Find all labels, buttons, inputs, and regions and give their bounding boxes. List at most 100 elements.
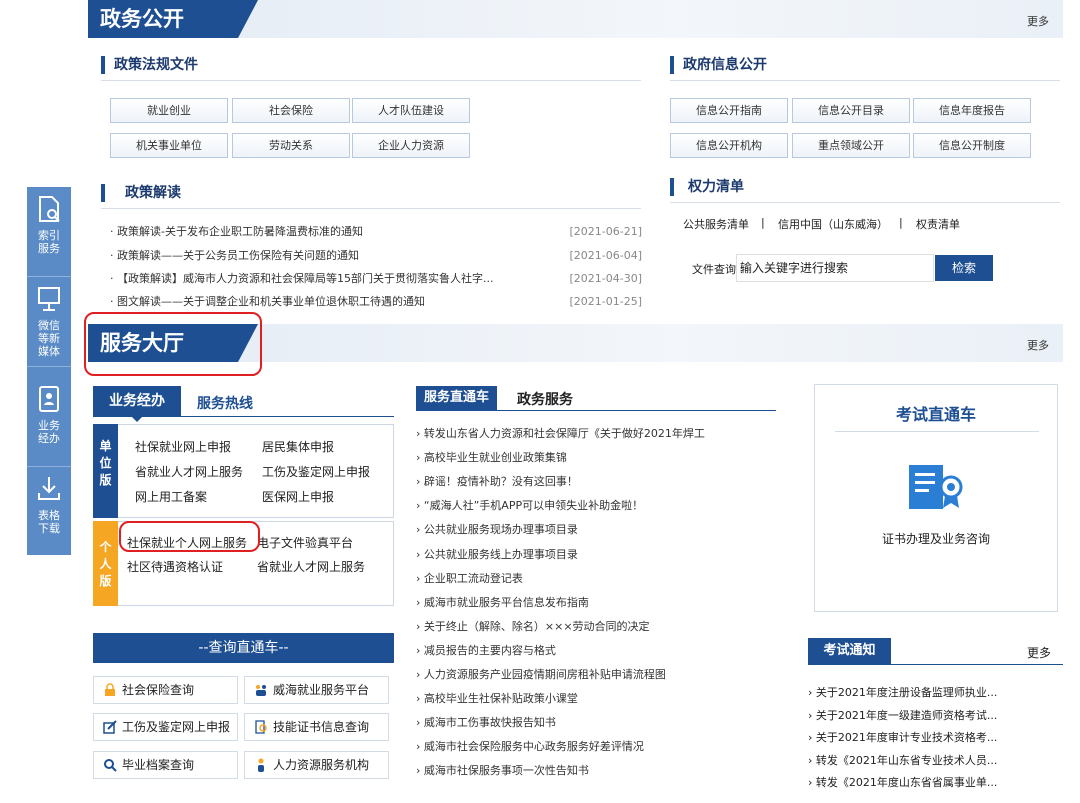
- policy-file-institutions[interactable]: 机关事业单位: [110, 133, 228, 158]
- service-express-item[interactable]: › “威海人社”手机APP可以申领失业补助金啦！: [416, 497, 643, 513]
- gov-info-guide[interactable]: 信息公开指南: [670, 98, 788, 123]
- query-social-insurance[interactable]: 社会保险查询: [93, 676, 238, 704]
- service-express-item[interactable]: › 高校毕业生就业创业政策集锦: [416, 449, 567, 465]
- float-download[interactable]: 表格 下载: [27, 467, 71, 557]
- unit-link-provincial-talent[interactable]: 省就业人才网上服务: [135, 463, 243, 480]
- tab-hotline[interactable]: 服务热线: [197, 393, 253, 413]
- rights-list-link[interactable]: 权责清单: [916, 216, 960, 232]
- exam-express-panel[interactable]: 考试直通车 证书办理及业务咨询: [814, 384, 1058, 612]
- left-float-bar: 索引 服务 微信 等新 媒体 业务 经办 表格 下载: [27, 187, 71, 555]
- gov-info-annual-report[interactable]: 信息年度报告: [913, 98, 1031, 123]
- policy-file-employment[interactable]: 就业创业: [110, 98, 228, 123]
- service-express-item[interactable]: › 高校毕业生社保补贴政策小课堂: [416, 690, 578, 706]
- query-weihai-employment[interactable]: 威海就业服务平台: [244, 676, 389, 704]
- divider: [808, 664, 1063, 665]
- query-hr-service-agency[interactable]: 人力资源服务机构: [244, 751, 389, 779]
- personal-link-e-file-verify[interactable]: 电子文件验真平台: [257, 534, 353, 551]
- gov-info-agency[interactable]: 信息公开机构: [670, 133, 788, 158]
- unit-link-social-employment[interactable]: 社保就业网上申报: [135, 438, 231, 455]
- separator: |: [899, 216, 903, 229]
- gov-info-title: 政府信息公开: [670, 56, 767, 74]
- search-button[interactable]: 检索: [935, 255, 993, 281]
- float-label: 服务: [38, 242, 60, 255]
- float-business[interactable]: 业务 经办: [27, 377, 71, 467]
- query-bar-title: --查询直通车--: [93, 633, 394, 663]
- gov-open-more-link[interactable]: 更多: [1027, 13, 1049, 29]
- unit-link-injury-assessment[interactable]: 工伤及鉴定网上申报: [262, 463, 370, 480]
- policy-file-talent[interactable]: 人才队伍建设: [352, 98, 470, 123]
- personal-version-text: 个人版: [99, 540, 112, 588]
- query-label: 威海就业服务平台: [273, 683, 370, 697]
- service-express-item[interactable]: › 公共就业服务线上办理事项目录: [416, 546, 578, 562]
- float-wechat-media[interactable]: 微信 等新 媒体: [27, 277, 71, 367]
- news-date: [2021-06-21]: [569, 225, 642, 238]
- service-express-item[interactable]: › 人力资源服务产业园疫情期间房租补贴申请流程图: [416, 666, 666, 682]
- gov-info-key-areas[interactable]: 重点领域公开: [792, 133, 910, 158]
- service-express-item[interactable]: › 转发山东省人力资源和社会保障厅《关于做好2021年焊工: [416, 425, 705, 441]
- unit-link-employment-record[interactable]: 网上用工备案: [135, 488, 207, 505]
- policy-file-labor[interactable]: 劳动关系: [232, 133, 350, 158]
- lock-icon: [105, 683, 115, 696]
- edit-icon: [103, 720, 117, 734]
- exam-notice-more-link[interactable]: 更多: [1027, 644, 1051, 661]
- service-express-item[interactable]: › 威海市工伤事故快报告知书: [416, 714, 556, 730]
- tab-service-express[interactable]: 服务直通车: [416, 386, 497, 410]
- gov-open-title: 政务公开: [88, 0, 258, 38]
- exam-notice-item[interactable]: › 转发《2021年度山东省省属事业单...: [808, 774, 997, 790]
- highlight-circle: [84, 312, 262, 376]
- float-label: 微信: [38, 319, 60, 332]
- divider: [101, 80, 641, 81]
- gov-info-catalog[interactable]: 信息公开目录: [792, 98, 910, 123]
- float-index-service[interactable]: 索引 服务: [27, 187, 71, 277]
- policy-file-hr[interactable]: 企业人力资源: [352, 133, 470, 158]
- news-title[interactable]: · 政策解读-关于发布企业职工防暑降温费标准的通知: [110, 225, 363, 239]
- news-date: [2021-04-30]: [569, 272, 642, 285]
- news-title[interactable]: · 图文解读——关于调整企业和机关事业单位退休职工待遇的通知: [110, 295, 425, 309]
- unit-link-resident-group[interactable]: 居民集体申报: [262, 438, 334, 455]
- float-label: 媒体: [38, 345, 60, 358]
- policy-read-title: 政策解读: [101, 184, 181, 202]
- policy-files-title: 政策法规文件: [101, 56, 198, 74]
- float-label: 经办: [38, 432, 60, 445]
- personal-link-community-cert[interactable]: 社区待遇资格认证: [127, 558, 223, 575]
- news-title[interactable]: · 【政策解读】威海市人力资源和社会保障局等15部门关于贯彻落实鲁人社字...: [110, 272, 493, 286]
- exam-notice-item[interactable]: › 关于2021年度一级建造师资格考试...: [808, 707, 997, 723]
- public-service-list-link[interactable]: 公共服务清单: [683, 216, 749, 232]
- query-skill-certificate[interactable]: 技能证书信息查询: [244, 713, 389, 741]
- service-express-item[interactable]: › 企业职工流动登记表: [416, 570, 523, 586]
- news-title[interactable]: · 政策解读——关于公务员工伤保险有关问题的通知: [110, 249, 359, 263]
- personal-link-provincial-talent[interactable]: 省就业人才网上服务: [257, 558, 365, 575]
- exam-notice-item[interactable]: › 转发《2021年山东省专业技术人员...: [808, 752, 997, 768]
- tab-business[interactable]: 业务经办: [93, 386, 181, 422]
- service-express-item[interactable]: › 威海市就业服务平台信息发布指南: [416, 594, 589, 610]
- unit-link-medical-insurance[interactable]: 医保网上申报: [262, 488, 334, 505]
- exam-notice-item[interactable]: › 关于2021年度审计专业技术资格考...: [808, 729, 997, 745]
- exam-notice-item[interactable]: › 关于2021年度注册设备监理师执业...: [808, 684, 997, 700]
- query-graduate-archive[interactable]: 毕业档案查询: [93, 751, 238, 779]
- service-express-item[interactable]: › 威海市社会保险服务中心政务服务好差评情况: [416, 738, 644, 754]
- query-label: 毕业档案查询: [122, 758, 195, 772]
- query-injury-assessment[interactable]: 工伤及鉴定网上申报: [93, 713, 238, 741]
- credit-china-link[interactable]: 信用中国（山东威海）: [778, 216, 888, 232]
- service-express-item[interactable]: › 威海市社保服务事项一次性告知书: [416, 762, 589, 778]
- service-hall-more-link[interactable]: 更多: [1027, 337, 1049, 353]
- exam-notice-title: 考试通知: [808, 638, 891, 664]
- service-express-item[interactable]: › 关于终止（解除、除名）×××劳动合同的决定: [416, 618, 650, 634]
- gov-info-system[interactable]: 信息公开制度: [913, 133, 1031, 158]
- exam-express-caption: 证书办理及业务咨询: [881, 532, 990, 546]
- service-express-item[interactable]: › 辟谣！疫情补助？没有这回事！: [416, 473, 578, 489]
- gov-open-banner: 政务公开 更多: [88, 0, 1063, 38]
- file-search-input[interactable]: 输入关键字进行搜索: [736, 254, 934, 282]
- divider: [416, 410, 776, 411]
- unit-version-label: 单位版: [93, 424, 118, 518]
- service-express-item[interactable]: › 公共就业服务现场办理事项目录: [416, 521, 578, 537]
- person-icon: [258, 758, 264, 772]
- monitor-icon: [38, 287, 60, 311]
- news-date: [2021-06-04]: [569, 249, 642, 262]
- highlight-circle: [119, 521, 260, 552]
- tab-gov-service[interactable]: 政务服务: [517, 389, 573, 409]
- float-label: 表格: [38, 509, 60, 522]
- service-express-item[interactable]: › 减员报告的主要内容与格式: [416, 642, 556, 658]
- query-label: 技能证书信息查询: [273, 720, 370, 734]
- policy-file-social-insurance[interactable]: 社会保险: [232, 98, 350, 123]
